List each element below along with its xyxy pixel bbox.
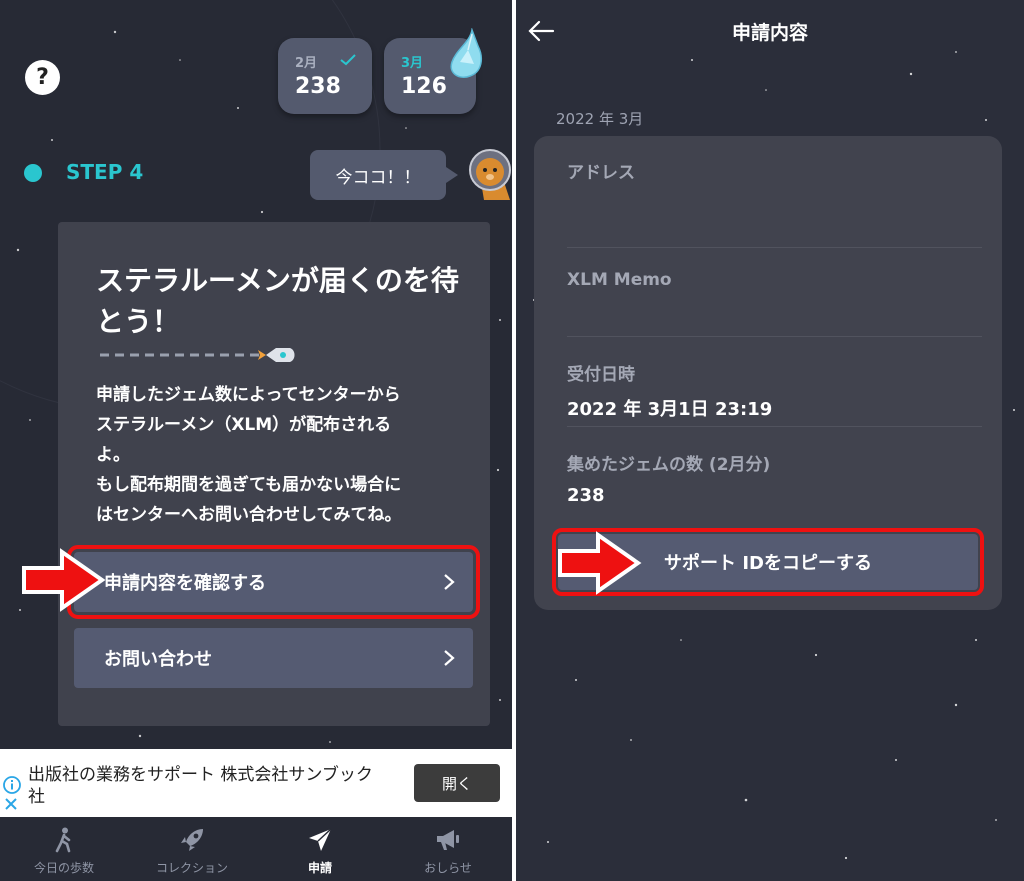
field-label: 集めたジェムの数 (2月分) [567, 455, 771, 475]
check-icon [340, 54, 356, 66]
megaphone-icon [437, 830, 459, 850]
month-gem-count: 238 [295, 74, 341, 99]
field-value: 2022 年 3月1日 23:19 [567, 399, 773, 420]
tab-collection[interactable]: コレクション [128, 817, 256, 881]
field-value: 238 [567, 485, 605, 506]
rocket-progress-icon [100, 348, 295, 362]
divider [567, 426, 982, 427]
step-screen: ? 2月 238 3月 126 STEP 4 今ココ！！ ステラルーメンが届くの… [0, 0, 512, 881]
received-datetime-field: 受付日時 2022 年 3月1日 23:19 [567, 360, 982, 421]
address-field: アドレス [567, 158, 982, 193]
red-arrow-annotation-icon [558, 531, 642, 595]
step-title: ステラルーメンが届くのを待とう！ [96, 264, 459, 338]
tab-label: 申請 [307, 861, 332, 875]
contact-label: お問い合わせ [104, 649, 212, 670]
contact-button[interactable]: お問い合わせ [74, 628, 473, 688]
current-position-bubble: 今ココ！！ [310, 150, 458, 200]
step-description: 申請したジェム数によってセンターから ステラルーメン（XLM）が配布される よ。… [96, 385, 402, 525]
xlm-memo-field: XLM Memo [567, 270, 982, 300]
collected-gems-field: 集めたジェムの数 (2月分) 238 [567, 450, 982, 506]
close-icon[interactable] [3, 796, 19, 812]
chevron-right-icon [444, 574, 455, 590]
confirm-application-button[interactable]: 申請内容を確認する [67, 545, 480, 619]
month-card-feb[interactable]: 2月 238 [278, 38, 372, 114]
tab-application[interactable]: 申請 [256, 817, 384, 881]
info-icon[interactable] [3, 776, 21, 794]
copy-support-id-label: サポート IDをコピーする [664, 553, 872, 574]
ad-banner[interactable]: 出版社の業務をサポート 株式会社サンブック社 開く [0, 749, 512, 817]
rocket-icon [181, 829, 203, 851]
bottom-tab-bar: 今日の歩数 コレクション 申請 おしらせ [0, 817, 512, 881]
divider [567, 247, 982, 248]
tab-label: コレクション [155, 861, 228, 875]
confirm-application-label: 申請内容を確認する [104, 573, 266, 594]
field-label: XLM Memo [567, 270, 672, 290]
divider [567, 336, 982, 337]
tab-label: 今日の歩数 [33, 861, 94, 875]
step-info-card: ステラルーメンが届くのを待とう！ 申請したジェム数によってセンターから ステラル… [58, 222, 490, 726]
ad-text: 出版社の業務をサポート 株式会社サンブック社 [28, 765, 373, 807]
walking-icon [55, 827, 71, 853]
ad-open-button[interactable]: 開く [414, 764, 500, 802]
step-label: STEP 4 [66, 160, 144, 184]
chevron-right-icon [444, 650, 455, 666]
gem-drop-icon [450, 28, 483, 78]
application-month: 2022 年 3月 [556, 110, 644, 128]
red-arrow-annotation-icon [22, 548, 106, 612]
field-label: 受付日時 [567, 365, 635, 385]
month-label: 2月 [295, 56, 318, 71]
step-indicator-dot [24, 164, 42, 182]
tab-news[interactable]: おしらせ [384, 817, 512, 881]
tab-steps[interactable]: 今日の歩数 [0, 817, 128, 881]
astronaut-dog-mascot-icon [469, 149, 511, 200]
field-label: アドレス [567, 163, 635, 183]
tab-label: おしらせ [424, 861, 472, 875]
application-details-screen: 申請内容 2022 年 3月 アドレス XLM Memo 受付日時 2022 年… [516, 0, 1024, 881]
help-button[interactable]: ? [25, 60, 60, 95]
paper-plane-icon [309, 828, 332, 851]
page-title: 申請内容 [731, 22, 808, 44]
